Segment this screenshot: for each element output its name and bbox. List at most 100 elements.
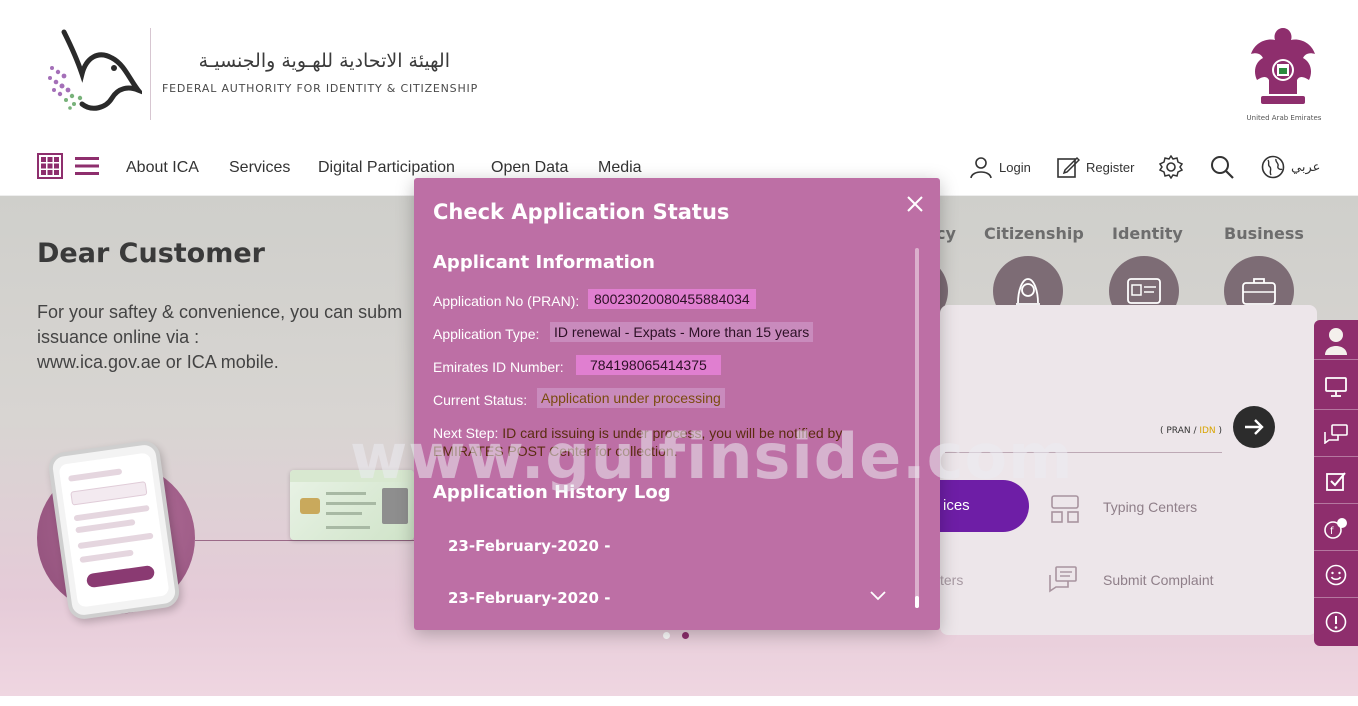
typing-centers-link[interactable]: Typing Centers [1103, 499, 1197, 515]
chat-bubbles-icon [1324, 423, 1348, 444]
close-icon [907, 196, 923, 212]
carousel-dot-active[interactable] [682, 632, 689, 639]
phone-screen-field [70, 481, 148, 506]
smiley-icon [1325, 564, 1347, 585]
phone-screen-button [85, 564, 156, 589]
social-media-icon: f [1324, 517, 1347, 539]
pran-hint: ( PRAN / IDN ) [1160, 426, 1222, 436]
floating-sidebar: f [1314, 320, 1358, 646]
pran-prefix: ( PRAN / [1160, 426, 1200, 436]
logo-divider [150, 28, 151, 120]
eid-value: 784198065414375 [576, 355, 721, 375]
language-label: عربي [1291, 159, 1321, 174]
edit-icon [1057, 156, 1080, 178]
site-header: الهيئة الاتحادية للهـوية والجنسيـة FEDER… [0, 0, 1358, 140]
monitor-icon [1325, 376, 1347, 397]
next-step-row: Next Step: ID card issuing is under proc… [433, 424, 903, 460]
login-button[interactable]: Login [969, 154, 1031, 180]
hero-text-line-3: www.ica.gov.ae or ICA mobile. [37, 352, 279, 372]
services-button[interactable]: ices [935, 480, 1029, 532]
category-citizenship-label[interactable]: Citizenship [984, 224, 1084, 243]
modal-scrollbar[interactable] [915, 248, 919, 608]
hamburger-menu-icon[interactable] [75, 155, 99, 177]
id-card-icon [1127, 278, 1161, 304]
chevron-down-icon[interactable] [868, 588, 888, 602]
settings-gear-icon[interactable] [1159, 155, 1183, 179]
nav-digital-participation[interactable]: Digital Participation [318, 159, 455, 177]
sidebar-survey[interactable] [1314, 458, 1358, 504]
status-value: Application under processing [537, 388, 725, 408]
sidebar-assistant[interactable] [1314, 320, 1358, 360]
search-icon[interactable] [1210, 155, 1234, 179]
sidebar-social[interactable]: f [1314, 505, 1358, 551]
typing-keyboard-icon [1051, 495, 1079, 523]
register-label: Register [1086, 159, 1135, 175]
bottom-strip [0, 696, 1358, 706]
sidebar-alert[interactable] [1314, 599, 1358, 645]
check-application-status-modal: Check Application Status Applicant Infor… [414, 178, 940, 630]
sidebar-chat[interactable] [1314, 411, 1358, 457]
sidebar-screen[interactable] [1314, 364, 1358, 410]
logo-arabic-text: الهيئة الاتحادية للهـوية والجنسيـة [198, 50, 450, 72]
globe-icon [1261, 155, 1285, 179]
history-log-heading: Application History Log [433, 482, 671, 503]
register-button[interactable]: Register [1056, 154, 1134, 180]
nav-open-data[interactable]: Open Data [491, 159, 568, 177]
language-switch[interactable]: عربي [1261, 154, 1320, 180]
complaint-chat-icon [1049, 566, 1077, 593]
hero-title: Dear Customer [37, 238, 265, 269]
submit-complaint-link[interactable]: Submit Complaint [1103, 572, 1214, 588]
nav-media[interactable]: Media [598, 159, 642, 177]
sidebar-happiness[interactable] [1314, 552, 1358, 598]
phone-screen-bar [79, 549, 134, 564]
phone-screen-bar [75, 519, 136, 534]
nav-about-ica[interactable]: About ICA [126, 159, 199, 177]
pran-suffix: ) [1215, 426, 1223, 436]
person-headscarf-icon [1016, 278, 1040, 305]
id-card-photo [382, 488, 408, 524]
id-card-chip [300, 498, 320, 514]
category-business-label[interactable]: Business [1224, 224, 1304, 243]
hero-description: For your saftey & convenience, you can s… [37, 300, 417, 375]
apps-grid-icon[interactable] [37, 153, 63, 179]
modal-close-button[interactable] [903, 192, 927, 216]
hero-connector-line [195, 540, 415, 541]
hero-text-line-1: For your saftey & convenience, you can s… [37, 302, 403, 322]
applicant-info-heading: Applicant Information [433, 252, 655, 273]
centers-partial-link[interactable]: ters [940, 572, 963, 588]
eid-label: Emirates ID Number: [433, 359, 564, 375]
history-item[interactable]: 23-February-2020 - [448, 589, 610, 607]
modal-scroll-thumb[interactable] [915, 596, 919, 608]
nav-services[interactable]: Services [229, 159, 290, 177]
pran-input-underline[interactable] [945, 452, 1222, 453]
emblem-caption: United Arab Emirates [1246, 114, 1322, 122]
briefcase-icon [1242, 278, 1276, 305]
checkbox-icon [1326, 471, 1346, 491]
history-item[interactable]: 23-February-2020 - [448, 537, 610, 555]
phone-screen-bar [73, 504, 150, 522]
pran-idn-label: IDN [1199, 426, 1216, 436]
id-card-text-line [326, 512, 362, 515]
submit-arrow-button[interactable] [1233, 406, 1275, 448]
eid-value-text: 784198065414375 [576, 355, 721, 375]
status-label: Current Status: [433, 392, 528, 408]
alert-icon [1325, 611, 1347, 633]
app-type-value-text: ID renewal - Expats - More than 15 years [550, 322, 814, 342]
user-icon [970, 157, 992, 179]
uae-emblem-icon[interactable] [1247, 24, 1319, 110]
app-no-value-text: 80023020080455884034 [588, 289, 756, 309]
arrow-right-icon [1245, 419, 1264, 435]
phone-screen-bar [77, 532, 154, 550]
app-type-value: ID renewal - Expats - More than 15 years [550, 322, 814, 342]
id-card-text-line [326, 502, 376, 505]
category-identity-label[interactable]: Identity [1112, 224, 1183, 243]
phone-screen [58, 452, 170, 608]
carousel-dot[interactable] [663, 632, 670, 639]
status-value-text: Application under processing [537, 388, 725, 408]
ica-falcon-logo-icon[interactable] [42, 28, 142, 114]
modal-title: Check Application Status [433, 200, 730, 224]
assistant-avatar-icon [1325, 327, 1347, 355]
logo-english-text: FEDERAL AUTHORITY FOR IDENTITY & CITIZEN… [162, 82, 479, 95]
app-type-label: Application Type: [433, 326, 540, 342]
phone-screen-bar [68, 468, 123, 482]
